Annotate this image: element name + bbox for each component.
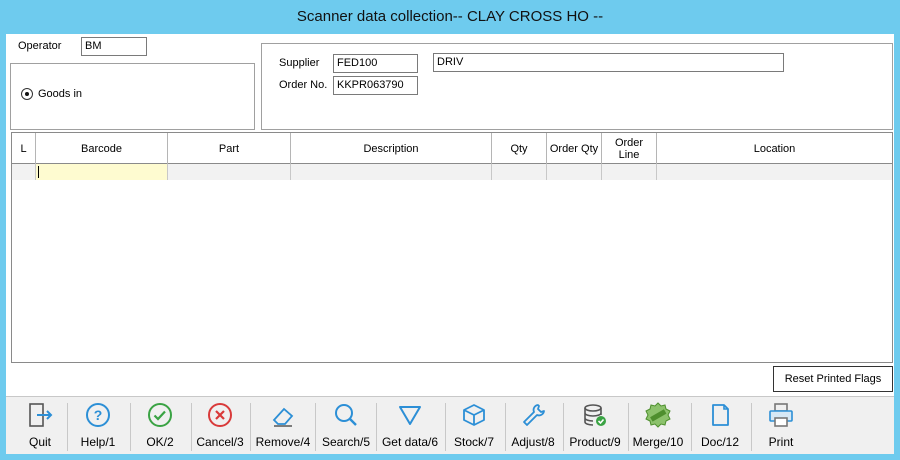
quit-button[interactable]: Quit [20, 401, 60, 453]
printer-icon [767, 401, 795, 429]
document-icon [706, 401, 734, 429]
exit-door-icon [26, 401, 54, 429]
toolbar-divider [445, 403, 446, 451]
supplier-name-field[interactable]: DRIV [433, 53, 784, 72]
supplier-label: Supplier [279, 57, 320, 69]
cell-order-qty[interactable] [547, 164, 602, 180]
magnifier-icon [332, 401, 360, 429]
toolbar-divider [315, 403, 316, 451]
doc-button[interactable]: Doc/12 [697, 401, 743, 453]
cancel-label: Cancel/3 [196, 435, 244, 449]
col-location[interactable]: Location [657, 133, 892, 164]
help-icon: ? [84, 401, 112, 429]
merge-button[interactable]: Merge/10 [630, 401, 686, 453]
goods-in-label: Goods in [38, 88, 83, 100]
help-button[interactable]: ? Help/1 [76, 401, 120, 453]
stock-button[interactable]: Stock/7 [448, 401, 500, 453]
cell-l[interactable] [12, 164, 36, 180]
operator-field[interactable]: BM [81, 37, 147, 56]
special-badge-icon [644, 401, 672, 429]
eraser-icon [269, 401, 297, 429]
toolbar: Quit ? Help/1 OK/2 Cancel/3 Remove/4 Sea… [6, 396, 894, 454]
col-part[interactable]: Part [168, 133, 291, 164]
order-no-field[interactable]: KKPR063790 [333, 76, 418, 95]
goods-in-radio[interactable]: Goods in [21, 88, 82, 100]
product-label: Product/9 [569, 435, 621, 449]
get-data-button[interactable]: Get data/6 [378, 401, 442, 453]
cell-order-line[interactable] [602, 164, 657, 180]
cell-barcode[interactable] [36, 164, 168, 180]
get-data-label: Get data/6 [381, 435, 439, 449]
order-no-label: Order No. [279, 79, 328, 91]
operator-label: Operator [18, 40, 62, 52]
cell-part[interactable] [168, 164, 291, 180]
toolbar-divider [130, 403, 131, 451]
database-check-icon [581, 401, 609, 429]
quit-label: Quit [28, 435, 51, 449]
svg-text:?: ? [94, 407, 103, 423]
toolbar-divider [67, 403, 68, 451]
toolbar-divider [691, 403, 692, 451]
supplier-code-field[interactable]: FED100 [333, 54, 418, 73]
mode-group: Goods in [10, 63, 255, 130]
col-barcode[interactable]: Barcode [36, 133, 168, 164]
cancel-button[interactable]: Cancel/3 [194, 401, 246, 453]
doc-label: Doc/12 [700, 435, 740, 449]
radio-selected-icon [21, 88, 33, 100]
col-order-qty[interactable]: Order Qty [547, 133, 602, 164]
wrench-icon [519, 401, 547, 429]
ok-button[interactable]: OK/2 [138, 401, 182, 453]
toolbar-divider [751, 403, 752, 451]
remove-label: Remove/4 [255, 435, 311, 449]
product-button[interactable]: Product/9 [565, 401, 625, 453]
search-label: Search/5 [321, 435, 371, 449]
col-l[interactable]: L [12, 133, 36, 164]
scan-grid: L Barcode Part Description Qty Order Qty… [11, 132, 893, 363]
box-icon [460, 401, 488, 429]
merge-label: Merge/10 [632, 435, 684, 449]
window-client: Operator BM Goods in Supplier FED100 DRI… [6, 34, 894, 454]
toolbar-divider [505, 403, 506, 451]
adjust-button[interactable]: Adjust/8 [507, 401, 559, 453]
search-button[interactable]: Search/5 [318, 401, 374, 453]
remove-button[interactable]: Remove/4 [253, 401, 313, 453]
col-qty[interactable]: Qty [492, 133, 547, 164]
cell-description[interactable] [291, 164, 492, 180]
print-button[interactable]: Print [761, 401, 801, 453]
toolbar-divider [250, 403, 251, 451]
toolbar-divider [628, 403, 629, 451]
col-description[interactable]: Description [291, 133, 492, 164]
ok-label: OK/2 [146, 435, 174, 449]
stock-label: Stock/7 [453, 435, 495, 449]
cell-qty[interactable] [492, 164, 547, 180]
toolbar-divider [563, 403, 564, 451]
reset-printed-flags-button[interactable]: Reset Printed Flags [773, 366, 893, 392]
cancel-circle-icon [206, 401, 234, 429]
scanner-window: Scanner data collection-- CLAY CROSS HO … [0, 0, 900, 460]
toolbar-divider [191, 403, 192, 451]
funnel-icon [396, 401, 424, 429]
col-order-line[interactable]: Order Line [602, 133, 657, 164]
cell-location[interactable] [657, 164, 892, 180]
print-label: Print [768, 435, 794, 449]
window-title: Scanner data collection-- CLAY CROSS HO … [296, 8, 604, 25]
table-row[interactable] [12, 164, 892, 180]
grid-header: L Barcode Part Description Qty Order Qty… [12, 133, 892, 164]
supplier-group: Supplier FED100 DRIV Order No. KKPR06379… [261, 43, 893, 130]
toolbar-divider [376, 403, 377, 451]
adjust-label: Adjust/8 [511, 435, 555, 449]
help-label: Help/1 [80, 435, 116, 449]
check-circle-icon [146, 401, 174, 429]
